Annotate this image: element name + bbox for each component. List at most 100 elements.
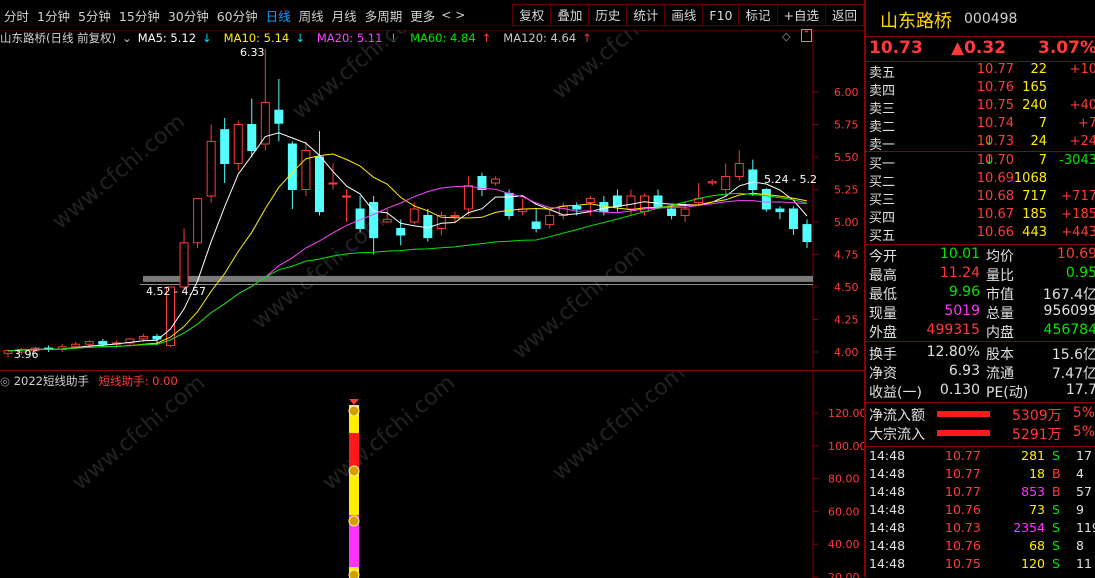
watermark-text: www.cfchi.com [508,239,650,364]
range-left-annotation: 4.52 - 4.57 [146,285,206,298]
tab-60min[interactable]: 60分钟 [213,6,262,25]
bid-row[interactable]: 买二 10.69 1068 [866,171,1095,190]
watermark-text: www.cfchi.com [248,209,390,334]
indicator-tick-label: 120.00 [828,407,864,420]
stat-value: 956099 [1043,303,1095,319]
bid-row[interactable]: 买五 10.66 443 +443 [866,225,1095,244]
support-band [143,275,813,282]
add-watchlist-button[interactable]: +自选 [776,4,825,26]
stat-label: 股本 [986,347,1014,363]
book-delta: +40 [1069,98,1095,113]
tick-row[interactable]: 14:48 10.77 281 S 17 [866,448,1095,466]
tab-1min[interactable]: 1分钟 [33,6,74,25]
f10-button[interactable]: F10 [702,4,739,26]
bow-icon [349,399,359,405]
tick-price: 10.77 [945,466,981,481]
book-level-label: 卖四 [869,84,896,99]
flow-value: 5309万 [1012,408,1062,424]
bid-row[interactable]: 买四 10.67 185 +185 [866,207,1095,226]
tab-15min[interactable]: 15分钟 [115,6,164,25]
tick-price: 10.77 [945,448,981,463]
candle-body [206,140,216,197]
candle-body [287,143,297,190]
candle-body [463,185,473,210]
watermark-text: www.cfchi.com [68,371,210,496]
overlay-button[interactable]: 叠加 [550,4,589,26]
price-row: 10.73 ▲0.32 3.07% [866,36,1095,62]
candle-body [342,195,352,198]
tick-side: S [1052,556,1060,571]
history-button[interactable]: 历史 [588,4,627,26]
tab-monthly[interactable]: 月线 [328,6,361,25]
tick-side: B [1052,484,1061,499]
book-level-label: 买三 [869,193,896,208]
book-price: 10.69 [976,171,1014,186]
book-level-label: 买四 [869,211,896,226]
adjust-button[interactable]: 复权 [512,4,551,26]
period-toolbar: 分时 1分钟 5分钟 15分钟 30分钟 60分钟 日线 周线 月线 多周期 更… [0,0,864,31]
tab-more[interactable]: 更多 [406,6,439,25]
bid-row[interactable]: 买三 10.68 717 +717 [866,189,1095,208]
bid-row[interactable]: 买一 10.70 ↓ 7 -3043 [866,153,1095,172]
tick-count: 57 [1076,484,1092,499]
period-tabs: 分时 1分钟 5分钟 15分钟 30分钟 60分钟 日线 周线 月线 多周期 更… [0,0,467,30]
tick-volume: 281 [1021,448,1045,463]
candle-body [84,341,94,345]
tick-time: 14:48 [869,448,906,463]
tick-row[interactable]: 14:48 10.76 68 S 8 [866,538,1095,556]
tab-5min[interactable]: 5分钟 [74,6,115,25]
tick-row[interactable]: 14:48 10.76 73 S 9 [866,502,1095,520]
tick-price: 10.73 [945,520,981,535]
prev-arrow-icon[interactable]: < [439,8,453,22]
mark-button[interactable]: 标记 [738,4,777,26]
candle-body [775,208,785,213]
ask-row[interactable]: 卖一 10.73 ↓ 24 +24 [866,134,1095,153]
price-tick-label: 5.25 [834,184,859,197]
tick-price: 10.77 [945,484,981,499]
statistics-button[interactable]: 统计 [626,4,665,26]
tab-multi-period[interactable]: 多周期 [361,6,407,25]
draw-line-button[interactable]: 画线 [664,4,703,26]
tick-row[interactable]: 14:48 10.75 120 S 11 [866,556,1095,574]
kline-pane[interactable]: 山东路桥(日线 前复权) ⌄ MA5: 5.12 ↓ MA10: 5.14 ↓ MA… [0,29,864,368]
tick-row[interactable]: 14:48 10.73 2354 S 119 [866,520,1095,538]
candle-body [531,221,541,229]
tab-weekly[interactable]: 周线 [295,6,328,25]
tab-intraday[interactable]: 分时 [0,6,33,25]
book-volume: 717 [1022,189,1047,204]
stat-value: 167.4亿 [1042,287,1095,303]
stat-row: 现量 5019 总量 956099 [866,303,1095,322]
price-tick-label: 6.00 [834,86,859,99]
candle-body [721,176,731,190]
signal-bar-segment [349,475,359,515]
watermark-text: www.cfchi.com [318,371,460,496]
ask-row[interactable]: 卖二 10.74 7 +7 [866,116,1095,135]
stat-value: 456784 [1043,322,1095,338]
tick-row[interactable]: 14:48 10.77 18 B 4 [866,466,1095,484]
indicator-tick-label: 80.00 [828,473,860,486]
stat-value: 5019 [944,303,980,319]
back-button[interactable]: 返回 [824,4,864,26]
tick-time: 14:48 [869,556,906,571]
tick-row[interactable]: 14:48 10.77 853 B 57 [866,484,1095,502]
flow-label: 大宗流入 [869,427,925,443]
book-volume: 24 [1030,134,1047,149]
stat-label: 外盘 [869,325,897,341]
ask-row[interactable]: 卖五 10.77 22 +10 [866,62,1095,81]
tick-count: 9 [1076,502,1084,517]
candle-body [98,341,108,345]
tick-volume: 2354 [1013,520,1045,535]
ask-row[interactable]: 卖三 10.75 240 +40 [866,98,1095,117]
next-arrow-icon[interactable]: > [453,8,467,22]
ask-row[interactable]: 卖四 10.76 165 [866,80,1095,99]
book-price: 10.68 [976,189,1014,204]
tab-30min[interactable]: 30分钟 [164,6,213,25]
candle-body [761,189,771,210]
indicator-pane[interactable]: ◎ 2022短线助手 短线助手: 0.00 120.00 100.00 80.00 6… [0,370,864,578]
candle-body [260,101,270,145]
quote-panel: 山东路桥 000498 10.73 ▲0.32 3.07% 卖五 10.77 22 +… [864,0,1095,577]
tab-daily[interactable]: 日线 [262,6,295,25]
stat-label: 总量 [986,306,1014,322]
indicator-chart: 120.00100.0080.0060.0040.0020.00www.cfch… [68,371,864,578]
candle-body [3,350,13,354]
